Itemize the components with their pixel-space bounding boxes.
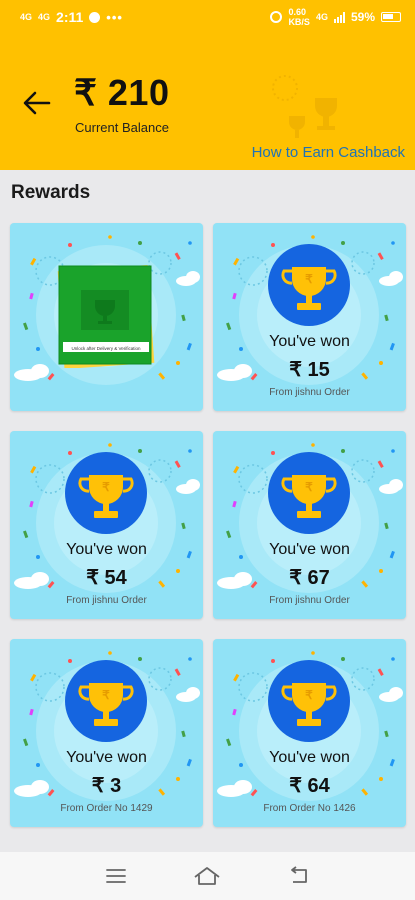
scratch-card-label: Unlock after Delivery & Verification: [71, 346, 141, 351]
reward-source: From Order No 1426: [263, 803, 356, 814]
svg-text:₹: ₹: [102, 480, 110, 494]
status-time: 2:11: [56, 9, 84, 25]
reward-card[interactable]: ₹ You've won ₹ 3 From Order No 1429: [10, 639, 203, 827]
reward-amount: ₹ 54: [86, 567, 127, 589]
trophy-decoration-icon: [272, 75, 337, 138]
reward-source: From Order No 1429: [60, 803, 153, 814]
reward-card-scratch[interactable]: Unlock after Delivery & Verification: [10, 223, 203, 411]
reward-source: From jishnu Order: [66, 595, 147, 606]
scratch-card[interactable]: Unlock after Delivery & Verification: [57, 264, 155, 368]
reward-source: From jishnu Order: [269, 595, 350, 606]
reward-amount: ₹ 64: [289, 775, 330, 797]
chat-notification-icon: [89, 11, 101, 23]
battery-icon: [381, 12, 401, 22]
home-icon: [194, 867, 221, 885]
svg-text:₹: ₹: [305, 480, 313, 494]
more-notifications: •••: [106, 9, 123, 25]
current-balance-label: Current Balance: [75, 120, 169, 135]
how-to-earn-cashback-link[interactable]: How to Earn Cashback: [252, 144, 405, 161]
network-type: 4G: [315, 12, 328, 22]
current-balance-amount: ₹ 210: [74, 72, 170, 113]
menu-button[interactable]: [101, 861, 131, 891]
signal-icon: [333, 11, 345, 23]
back-nav-button[interactable]: [284, 861, 314, 891]
back-button[interactable]: [20, 86, 54, 120]
home-button[interactable]: [192, 861, 222, 891]
reward-card[interactable]: ₹ You've won ₹ 15 From jishnu Order: [213, 223, 406, 411]
rewards-section-title: Rewards: [11, 182, 91, 203]
svg-text:₹: ₹: [305, 272, 313, 286]
reward-amount: ₹ 15: [289, 359, 330, 381]
arrow-left-icon: [23, 91, 51, 115]
reward-source: From jishnu Order: [269, 387, 350, 398]
reward-card[interactable]: ₹ You've won ₹ 67 From jishnu Order: [213, 431, 406, 619]
reward-card[interactable]: ₹ You've won ₹ 64 From Order No 1426: [213, 639, 406, 827]
svg-text:₹: ₹: [305, 688, 313, 702]
network-tag-1: 4G: [20, 12, 33, 22]
you-won-label: You've won: [66, 541, 147, 558]
system-navigation-bar: [0, 852, 415, 900]
reward-amount: ₹ 67: [289, 567, 330, 589]
svg-text:₹: ₹: [102, 688, 110, 702]
network-speed: 0.60 KB/S: [288, 7, 310, 27]
back-return-icon: [291, 866, 308, 883]
you-won-label: You've won: [269, 333, 350, 350]
hamburger-menu-icon: [105, 869, 126, 883]
reward-card[interactable]: ₹ You've won ₹ 54 From jishnu Order: [10, 431, 203, 619]
alarm-icon: [270, 11, 283, 23]
you-won-label: You've won: [269, 541, 350, 558]
network-tag-2: 4G: [38, 12, 51, 22]
battery-percent: 59%: [350, 10, 375, 24]
you-won-label: You've won: [66, 749, 147, 766]
reward-amount: ₹ 3: [91, 775, 122, 797]
balance-header: ₹ 210 Current Balance How to Earn Cashba…: [0, 34, 415, 170]
you-won-label: You've won: [269, 749, 350, 766]
status-bar: 4G 4G 2:11 ••• 0.60 KB/S 4G 59%: [0, 0, 415, 34]
